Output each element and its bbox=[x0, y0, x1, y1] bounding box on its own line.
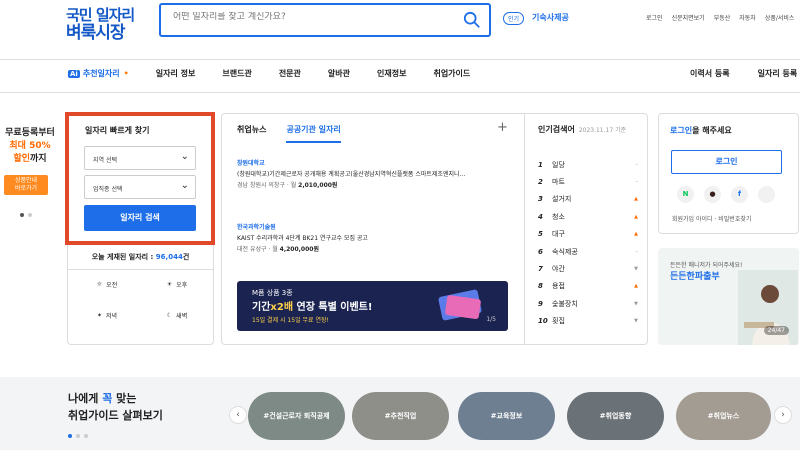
moon-icon: ☾ bbox=[166, 312, 173, 319]
top-links: 로그인 신문지면보기 부동산 자동차 상품/서비스 bbox=[646, 13, 794, 22]
account-links[interactable]: 회원가입 아이디 · 비밀번호찾기 bbox=[672, 214, 751, 223]
sunset-icon: ✶ bbox=[96, 312, 102, 319]
guide-card-education[interactable]: #교육정보 bbox=[458, 392, 555, 440]
nav-parttime[interactable]: 알바관 bbox=[328, 68, 350, 79]
logo-line2: 벼룩시장 bbox=[66, 23, 126, 43]
list-item[interactable]: 5 대구 ▲ bbox=[538, 226, 638, 243]
prev-arrow-icon[interactable]: ‹ bbox=[229, 406, 247, 424]
social-login: N ● f bbox=[677, 186, 775, 203]
search-input[interactable] bbox=[173, 12, 453, 22]
more-icon[interactable]: + bbox=[497, 120, 508, 135]
main-nav: Ai 추천일자리 • 일자리 정보 브랜드관 전문관 알바관 인재정보 취업가이드 bbox=[68, 68, 497, 79]
next-arrow-icon[interactable]: › bbox=[774, 406, 792, 424]
promo-button[interactable]: 상품안내 바로가기 bbox=[4, 175, 48, 195]
product-link[interactable]: 상품/서비스 bbox=[765, 13, 795, 22]
ad-banner[interactable]: 든든한 매니저가 되어주세요! 든든한파출부 24/47 bbox=[658, 248, 799, 345]
guide-card-news[interactable]: #취업뉴스 bbox=[676, 392, 771, 440]
list-item[interactable]: 10 횟집 ▼ bbox=[538, 313, 638, 330]
logo-line1: 국민 일자리 bbox=[66, 6, 135, 24]
popular-search-link[interactable]: 기숙사제공 bbox=[532, 12, 569, 23]
newspaper-link[interactable]: 신문지면보기 bbox=[672, 13, 705, 22]
list-item[interactable]: 9 숯불장치 ▼ bbox=[538, 295, 638, 312]
nav-brand[interactable]: 브랜드관 bbox=[222, 68, 251, 79]
ai-icon: Ai bbox=[68, 70, 80, 78]
today-count: 오늘 게재된 일자리 : 96,044건 bbox=[67, 252, 214, 270]
region-select[interactable]: 지역 선택 ⌄ bbox=[84, 146, 196, 170]
nav-jobs[interactable]: 일자리 정보 bbox=[156, 68, 196, 79]
guide-card-recommend[interactable]: #추천직업 bbox=[352, 392, 449, 440]
sunrise-icon: ☼ bbox=[96, 281, 103, 288]
promo-text[interactable]: 무료등록부터 최대 50% 할인까지 bbox=[0, 127, 60, 166]
car-link[interactable]: 자동차 bbox=[739, 13, 756, 22]
facebook-icon[interactable]: f bbox=[731, 186, 748, 203]
guide-card-retire[interactable]: #건설근로자 퇴직공제 bbox=[248, 392, 345, 440]
tab-news[interactable]: 취업뉴스 bbox=[237, 124, 266, 143]
job-register[interactable]: 일자리 등록 bbox=[758, 68, 798, 79]
sun-icon: ☀ bbox=[166, 281, 173, 288]
list-item[interactable]: 8 용접 ▲ bbox=[538, 278, 638, 295]
time-dawn[interactable]: ☾ 새벽 bbox=[142, 311, 212, 320]
quick-search-title: 일자리 빠르게 찾기 bbox=[85, 126, 150, 135]
list-item[interactable]: 2 마트 – bbox=[538, 173, 638, 190]
nav-guide[interactable]: 취업가이드 bbox=[433, 68, 470, 79]
nav-talent[interactable]: 인재정보 bbox=[377, 68, 406, 79]
divider bbox=[0, 92, 800, 93]
job-select[interactable]: 업직종 선택 ⌄ bbox=[84, 175, 196, 199]
guide-pager[interactable] bbox=[68, 434, 88, 438]
login-button[interactable]: 로그인 bbox=[671, 150, 782, 174]
login-title: 로그인을 해주세요 bbox=[670, 126, 732, 135]
time-afternoon[interactable]: ☀ 오후 bbox=[142, 280, 212, 289]
banner-pager: 1/5 bbox=[486, 316, 496, 323]
kakao-icon[interactable]: ● bbox=[704, 186, 721, 203]
time-morning[interactable]: ☼ 오전 bbox=[72, 280, 142, 289]
ad-pager: 24/47 bbox=[763, 326, 789, 335]
new-dot-icon: • bbox=[123, 69, 129, 78]
event-banner[interactable]: M폼 상품 3종 기간x2배 연장 특별 이벤트! 15일 결제 시 15일 무… bbox=[237, 281, 508, 331]
popular-list: 1 일당 – 2 마트 – 3 설거지 ▲ 4 청소 ▲ 5 대구 ▲ 6 숙식제공 – 7 야간 ▼ 8용… bbox=[538, 156, 638, 330]
chevron-down-icon: ⌄ bbox=[180, 151, 189, 162]
search-icon[interactable] bbox=[463, 11, 481, 29]
search-box[interactable] bbox=[159, 3, 491, 37]
list-item[interactable]: 1 일당 – bbox=[538, 156, 638, 173]
list-item[interactable]: 6 숙식제공 – bbox=[538, 243, 638, 260]
guide-card-trend[interactable]: #취업동향 bbox=[567, 392, 664, 440]
news-tabs: 취업뉴스 공공기관 일자리 bbox=[237, 124, 341, 143]
time-evening[interactable]: ✶ 저녁 bbox=[72, 311, 142, 320]
list-item[interactable]: 한국과학기술원 KAIST 수리과학과 4단계 BK21 연구교수 모집 공고 … bbox=[237, 222, 512, 255]
naver-icon[interactable]: N bbox=[677, 186, 694, 203]
realestate-link[interactable]: 부동산 bbox=[714, 13, 731, 22]
login-link[interactable]: 로그인 bbox=[646, 13, 663, 22]
list-item[interactable]: 3 설거지 ▲ bbox=[538, 191, 638, 208]
nav-expert[interactable]: 전문관 bbox=[279, 68, 301, 79]
site-logo[interactable]: 국민 일자리 벼룩시장 bbox=[66, 6, 135, 43]
list-item[interactable]: 7 야간 ▼ bbox=[538, 260, 638, 277]
ticket-icon bbox=[438, 289, 482, 321]
resume-register[interactable]: 이력서 등록 bbox=[690, 68, 730, 79]
tab-public-jobs[interactable]: 공공기관 일자리 bbox=[286, 124, 341, 143]
list-item[interactable]: 4 청소 ▲ bbox=[538, 208, 638, 225]
apple-icon[interactable] bbox=[758, 186, 775, 203]
nav-right: 이력서 등록 일자리 등록 bbox=[690, 68, 797, 79]
job-search-button[interactable]: 일자리 검색 bbox=[84, 205, 196, 231]
chevron-down-icon: ⌄ bbox=[180, 180, 189, 191]
divider bbox=[0, 59, 800, 60]
popular-badge: 인기 bbox=[503, 12, 525, 25]
time-filters: ☼ 오전 ☀ 오후 ✶ 저녁 ☾ 새벽 bbox=[72, 280, 212, 320]
nav-recommend[interactable]: Ai 추천일자리 • bbox=[68, 68, 129, 79]
popular-title: 인기검색어 2023.11.17 기준 bbox=[538, 125, 627, 134]
list-item[interactable]: 창원대학교 (창원대학교)기간제근로자 공개채용 계획공고(울산경남지역혁신플랫… bbox=[237, 158, 512, 191]
guide-title: 나에게 꼭 맞는 취업가이드 살펴보기 bbox=[68, 392, 163, 422]
promo-pager[interactable] bbox=[20, 213, 32, 217]
